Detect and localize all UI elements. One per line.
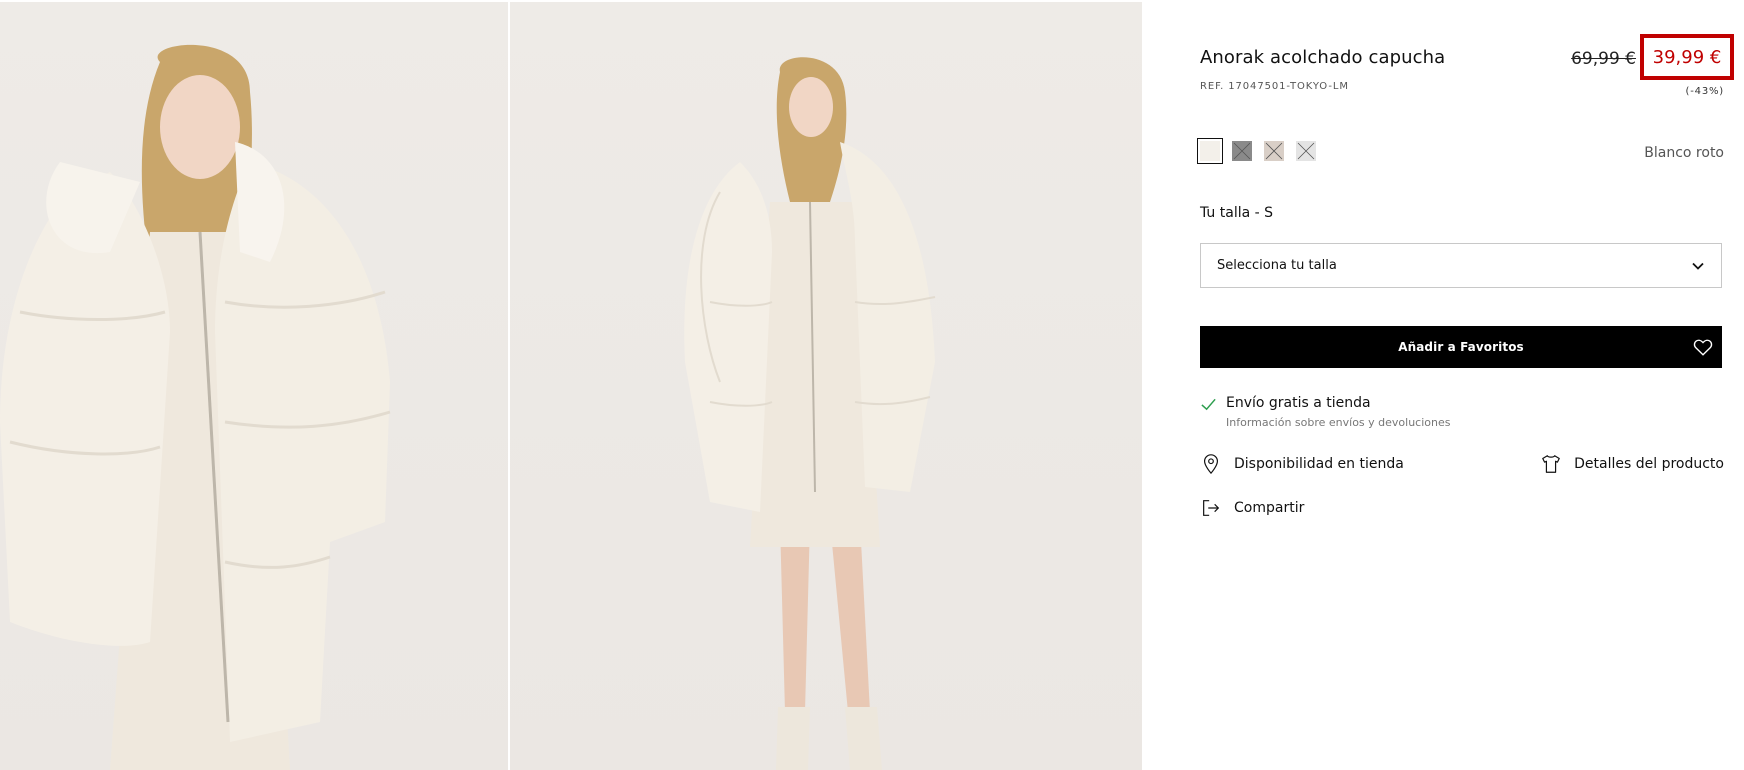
- add-to-favorites-label: Añadir a Favoritos: [1398, 340, 1524, 354]
- heart-icon[interactable]: [1692, 336, 1714, 358]
- tshirt-icon: [1542, 455, 1560, 473]
- store-availability-link[interactable]: Disponibilidad en tienda: [1200, 453, 1404, 475]
- shipping-info-link[interactable]: Información sobre envíos y devoluciones: [1226, 416, 1451, 429]
- free-shipping-info: Envío gratis a tienda Información sobre …: [1200, 395, 1451, 429]
- product-details-link[interactable]: Detalles del producto: [1540, 453, 1724, 475]
- add-to-favorites-button[interactable]: Añadir a Favoritos: [1200, 326, 1722, 368]
- original-price: 69,99 €: [1571, 49, 1636, 69]
- product-title: Anorak acolchado capucha: [1200, 47, 1446, 68]
- share-label: Compartir: [1234, 500, 1305, 516]
- product-photo-closeup[interactable]: [0, 2, 508, 770]
- product-reference: REF. 17047501-TOKYO-LM: [1200, 81, 1349, 92]
- color-swatch-off-white[interactable]: [1197, 138, 1223, 164]
- color-swatch-light-grey[interactable]: [1296, 141, 1316, 161]
- color-swatch-grey[interactable]: [1232, 141, 1252, 161]
- selected-color-name: Blanco roto: [1644, 145, 1724, 161]
- sale-price-highlight: 39,99 €: [1640, 34, 1734, 80]
- color-swatches: [1197, 138, 1316, 164]
- sale-price: 39,99 €: [1644, 38, 1730, 76]
- store-availability-label: Disponibilidad en tienda: [1234, 456, 1404, 472]
- share-link[interactable]: Compartir: [1200, 497, 1304, 519]
- product-info-panel: Anorak acolchado capucha REF. 17047501-T…: [1197, 0, 1734, 770]
- color-swatch-beige[interactable]: [1264, 141, 1284, 161]
- check-icon: [1201, 398, 1216, 411]
- size-select-placeholder: Selecciona tu talla: [1217, 258, 1337, 273]
- location-pin-icon: [1203, 454, 1219, 475]
- free-shipping-title: Envío gratis a tienda: [1226, 395, 1371, 411]
- product-details-label: Detalles del producto: [1574, 456, 1724, 472]
- share-icon: [1203, 500, 1220, 516]
- size-select[interactable]: Selecciona tu talla: [1200, 243, 1722, 288]
- discount-percentage: (-43%): [1685, 86, 1724, 97]
- product-photo-full[interactable]: [510, 2, 1142, 770]
- chevron-down-icon: [1692, 262, 1704, 270]
- size-label: Tu talla - S: [1200, 205, 1274, 221]
- product-gallery: [0, 2, 1142, 770]
